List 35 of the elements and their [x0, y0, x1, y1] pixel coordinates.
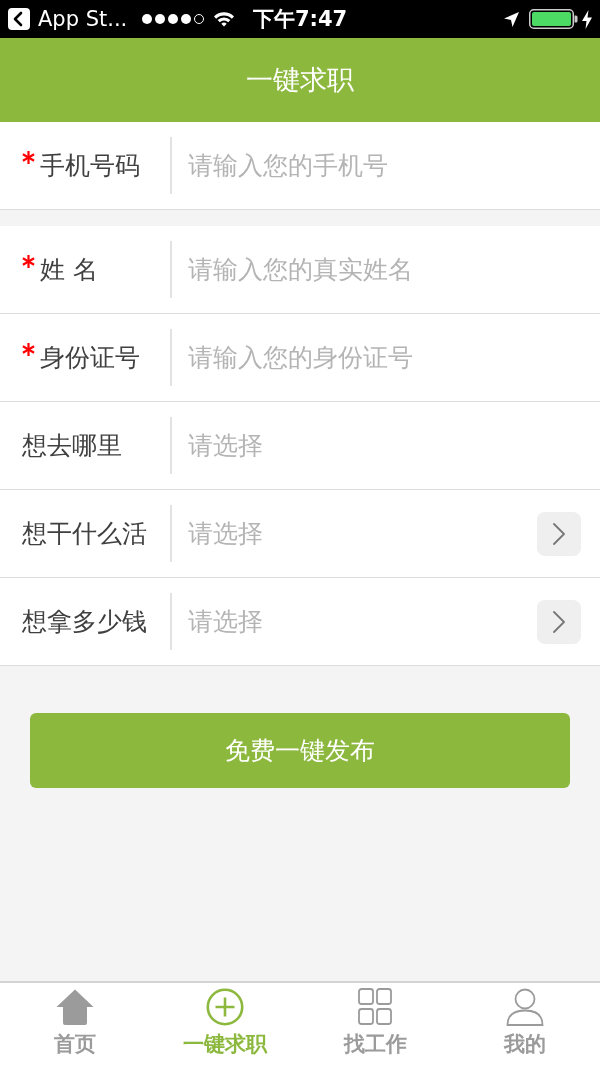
field-label: 手机号码 — [40, 150, 140, 182]
chevron-right-icon — [553, 522, 565, 545]
location-arrow-icon — [504, 11, 519, 27]
select-field[interactable]: 请选择 — [172, 513, 537, 554]
form-field-row[interactable]: 身份证号 请输入您的身份证号 — [0, 314, 600, 402]
field-label: 想干什么活 — [22, 518, 147, 550]
status-time: 下午7:47 — [252, 6, 348, 33]
field-label: 想去哪里 — [22, 430, 122, 462]
person-icon — [506, 988, 544, 1026]
form-field-row[interactable]: 想拿多少钱 请选择 — [0, 578, 600, 666]
page-title: 一键求职 — [246, 63, 354, 97]
field-label: 姓 名 — [40, 254, 98, 286]
select-field[interactable]: 请选择 — [172, 601, 537, 642]
form-field-row[interactable]: 姓 名 请输入您的真实姓名 — [0, 226, 600, 314]
back-icon[interactable] — [8, 8, 30, 30]
signal-icon — [141, 13, 206, 25]
input-field[interactable]: 请输入您的手机号 — [172, 145, 600, 186]
battery-icon — [529, 9, 578, 29]
charging-bolt-icon — [582, 9, 592, 29]
form-field-row[interactable]: 想去哪里 请选择 — [0, 402, 600, 490]
chevron-button[interactable] — [537, 511, 581, 556]
field-label: 身份证号 — [40, 342, 140, 374]
house-icon — [56, 988, 94, 1026]
chevron-button[interactable] — [537, 599, 581, 644]
wifi-icon — [213, 11, 236, 27]
form-field-row[interactable]: 想干什么活 请选择 — [0, 490, 600, 578]
input-field[interactable]: 请输入您的真实姓名 — [172, 249, 600, 290]
input-field[interactable]: 请输入您的身份证号 — [172, 337, 600, 378]
input-field[interactable]: 请选择 — [172, 425, 600, 466]
field-label: 想拿多少钱 — [22, 606, 147, 638]
form-field-row[interactable]: 手机号码 请输入您的手机号 — [0, 122, 600, 210]
grid-icon — [356, 988, 394, 1026]
plus-circle-icon — [206, 988, 244, 1026]
chevron-right-icon — [553, 610, 565, 633]
back-app-label[interactable]: App St... — [38, 7, 128, 31]
